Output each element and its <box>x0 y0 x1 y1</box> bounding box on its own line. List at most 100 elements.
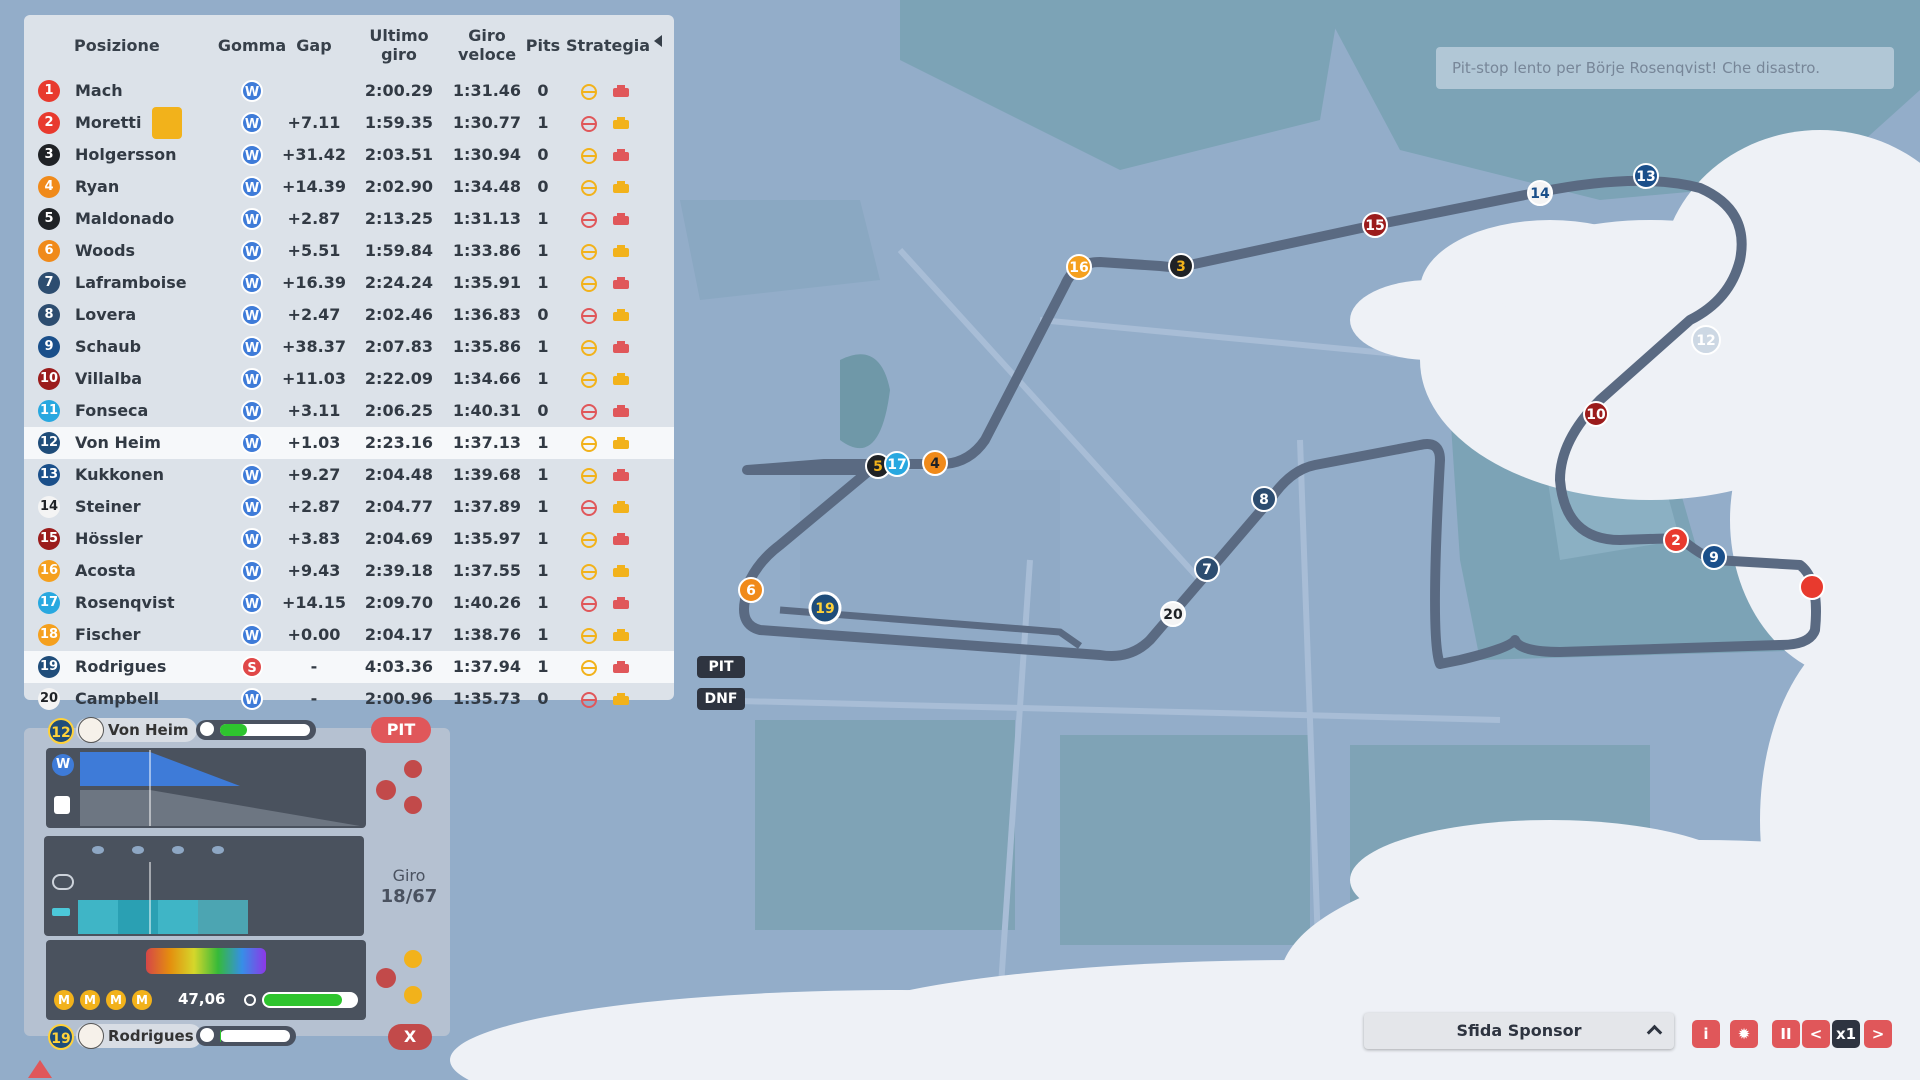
strategy-change-button[interactable] <box>376 968 396 988</box>
table-row[interactable]: 6 Woods W +5.51 1:59.84 1:33.86 1 <box>24 235 674 267</box>
engine-icon <box>611 369 631 389</box>
table-row[interactable]: 13 Kukkonen W +9.27 2:04.48 1:39.68 1 <box>24 459 674 491</box>
weather-graph <box>44 836 364 936</box>
driver-name[interactable]: Schaub <box>75 331 141 363</box>
driver-name[interactable]: Maldonado <box>75 203 174 235</box>
driver-name[interactable]: Moretti <box>75 107 141 139</box>
pit-status-tag: PIT <box>697 656 745 678</box>
table-row[interactable]: 2 Moretti W +7.11 1:59.35 1:30.77 1 <box>24 107 674 139</box>
table-row[interactable]: 16 Acosta W +9.43 2:39.18 1:37.55 1 <box>24 555 674 587</box>
driver-name[interactable]: Villalba <box>75 363 142 395</box>
sponsor-challenge-panel[interactable]: Sfida Sponsor <box>1364 1013 1674 1049</box>
table-row[interactable]: 3 Holgersson W +31.42 2:03.51 1:30.94 0 <box>24 139 674 171</box>
pit-count: 1 <box>537 465 549 484</box>
header-strategy[interactable]: Strategia <box>566 21 650 69</box>
table-row[interactable]: 5 Maldonado W +2.87 2:13.25 1:31.13 1 <box>24 203 674 235</box>
table-row[interactable]: 12 Von Heim W +1.03 2:23.16 1:37.13 1 <box>24 427 674 459</box>
driver-name[interactable]: Lovera <box>75 299 136 331</box>
header-pits[interactable]: Pits <box>523 21 563 69</box>
driver-name[interactable]: Hössler <box>75 523 143 555</box>
position-number: 8 <box>38 304 60 326</box>
svg-text:19: 19 <box>815 601 834 617</box>
driver2-number: 19 <box>48 1024 74 1050</box>
tyre-compound: W <box>241 272 263 294</box>
driver-name[interactable]: Steiner <box>75 491 141 523</box>
tyre-compound: W <box>241 80 263 102</box>
position-number: 3 <box>38 144 60 166</box>
gap-value: +14.15 <box>281 593 346 612</box>
driver-name[interactable]: Laframboise <box>75 267 187 299</box>
driver-name[interactable]: Woods <box>75 235 135 267</box>
slower-button[interactable]: < <box>1802 1020 1830 1048</box>
gear-icon[interactable]: ✹ <box>1730 1020 1758 1048</box>
car-icon <box>146 948 266 974</box>
driver-name[interactable]: Kukkonen <box>75 459 164 491</box>
table-row[interactable]: 9 Schaub W +38.37 2:07.83 1:35.86 1 <box>24 331 674 363</box>
driver-name[interactable]: Acosta <box>75 555 136 587</box>
fastest-lap-time: 1:35.73 <box>452 689 522 708</box>
faster-button[interactable]: > <box>1864 1020 1892 1048</box>
svg-text:7: 7 <box>1202 562 1212 578</box>
strategy-option-a[interactable] <box>404 950 422 968</box>
driver-name[interactable]: Rodrigues <box>75 651 166 683</box>
engine-icon <box>611 497 631 517</box>
driver-name[interactable]: Von Heim <box>75 427 161 459</box>
svg-text:2: 2 <box>1671 533 1681 549</box>
table-row[interactable]: 19 Rodrigues S - 4:03.36 1:37.94 1 <box>24 651 674 683</box>
engine-icon <box>611 529 631 549</box>
table-row[interactable]: 1 Mach W 2:00.29 1:31.46 0 <box>24 75 674 107</box>
table-row[interactable]: 11 Fonseca W +3.11 2:06.25 1:40.31 0 <box>24 395 674 427</box>
chevron-up-icon[interactable] <box>1646 1024 1663 1041</box>
info-icon[interactable]: i <box>1692 1020 1720 1048</box>
table-row[interactable]: 7 Laframboise W +16.39 2:24.24 1:35.91 1 <box>24 267 674 299</box>
driver-name[interactable]: Fischer <box>75 619 141 651</box>
steering-wheel-icon <box>579 529 599 549</box>
fastest-lap-time: 1:34.66 <box>452 369 522 388</box>
driver-name[interactable]: Campbell <box>75 683 159 715</box>
fastest-lap-time: 1:39.68 <box>452 465 522 484</box>
gap-value: +2.87 <box>287 209 341 228</box>
dnf-status-tag: DNF <box>697 688 745 710</box>
strategy-option-b[interactable] <box>404 986 422 1004</box>
table-row[interactable]: 8 Lovera W +2.47 2:02.46 1:36.83 0 <box>24 299 674 331</box>
driver-name[interactable]: Ryan <box>75 171 119 203</box>
header-fastest-lap[interactable]: Giro veloce <box>437 21 537 69</box>
last-lap-time: 2:13.25 <box>364 209 434 228</box>
table-row[interactable]: 15 Hössler W +3.83 2:04.69 1:35.97 1 <box>24 523 674 555</box>
table-row[interactable]: 18 Fischer W +0.00 2:04.17 1:38.76 1 <box>24 619 674 651</box>
tyre-option-a[interactable] <box>404 760 422 778</box>
table-row[interactable]: 17 Rosenqvist W +14.15 2:09.70 1:40.26 1 <box>24 587 674 619</box>
gap-value: +7.11 <box>287 113 341 132</box>
steering-wheel-icon <box>579 145 599 165</box>
tyre-compound: W <box>241 400 263 422</box>
svg-text:5: 5 <box>873 459 883 475</box>
last-lap-time: 1:59.84 <box>364 241 434 260</box>
temperature-icon <box>52 874 74 890</box>
table-row[interactable]: 4 Ryan W +14.39 2:02.90 1:34.48 0 <box>24 171 674 203</box>
pit-button[interactable]: PIT <box>371 717 431 743</box>
driver-name[interactable]: Fonseca <box>75 395 148 427</box>
last-lap-time: 2:23.16 <box>364 433 434 452</box>
tyre-compound: W <box>241 624 263 646</box>
header-gap[interactable]: Gap <box>289 21 339 69</box>
tyre-compound: W <box>241 336 263 358</box>
tyre-compound: W <box>241 144 263 166</box>
car-marker-12: 12 <box>1691 325 1721 355</box>
close-driver-button[interactable]: X <box>388 1024 432 1050</box>
driver-name[interactable]: Rosenqvist <box>75 587 175 619</box>
table-row[interactable]: 10 Villalba W +11.03 2:22.09 1:34.66 1 <box>24 363 674 395</box>
table-row[interactable]: 20 Campbell W - 2:00.96 1:35.73 0 <box>24 683 674 715</box>
driver-name[interactable]: Mach <box>75 75 123 107</box>
warning-icon[interactable] <box>28 1060 52 1078</box>
tyre-change-button[interactable] <box>376 780 396 800</box>
pause-button[interactable]: II <box>1772 1020 1800 1048</box>
tyre-option-b[interactable] <box>404 796 422 814</box>
collapse-icon[interactable] <box>654 35 662 47</box>
driver-name[interactable]: Holgersson <box>75 139 177 171</box>
header-tyre[interactable]: Gomma <box>207 21 297 69</box>
engine-icon <box>611 401 631 421</box>
header-last-lap[interactable]: Ultimo giro <box>359 21 439 69</box>
table-row[interactable]: 14 Steiner W +2.87 2:04.77 1:37.89 1 <box>24 491 674 523</box>
header-position[interactable]: Posizione <box>74 21 184 69</box>
last-lap-time: 2:00.96 <box>364 689 434 708</box>
